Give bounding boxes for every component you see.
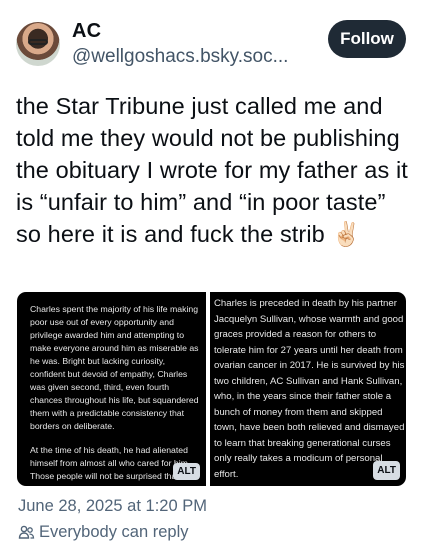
post-text: the Star Tribune just called me and told… <box>16 93 408 247</box>
avatar[interactable] <box>16 22 60 66</box>
post-timestamp[interactable]: June 28, 2025 at 1:20 PM <box>18 497 207 516</box>
people-icon <box>18 524 35 541</box>
author-handle[interactable]: @wellgoshacs.bsky.soc... <box>72 46 288 68</box>
reply-setting-label: Everybody can reply <box>39 523 189 541</box>
post-images: Charles spent the majority of his life m… <box>17 292 406 486</box>
follow-button[interactable]: Follow <box>328 20 406 58</box>
image-2-paragraph-1: Charles is preceded in death by his part… <box>214 298 405 480</box>
reply-setting: Everybody can reply <box>18 523 189 542</box>
post-image-1[interactable]: Charles spent the majority of his life m… <box>17 292 206 486</box>
image-1-paragraph-1: Charles spent the majority of his life m… <box>30 304 199 431</box>
author-display-name[interactable]: AC <box>72 20 101 43</box>
post-image-2[interactable]: Charles is preceded in death by his part… <box>210 292 406 486</box>
post-header: AC @wellgoshacs.bsky.soc... Follow <box>16 18 406 70</box>
alt-badge[interactable]: ALT <box>373 460 400 480</box>
alt-badge[interactable]: ALT <box>173 463 200 480</box>
